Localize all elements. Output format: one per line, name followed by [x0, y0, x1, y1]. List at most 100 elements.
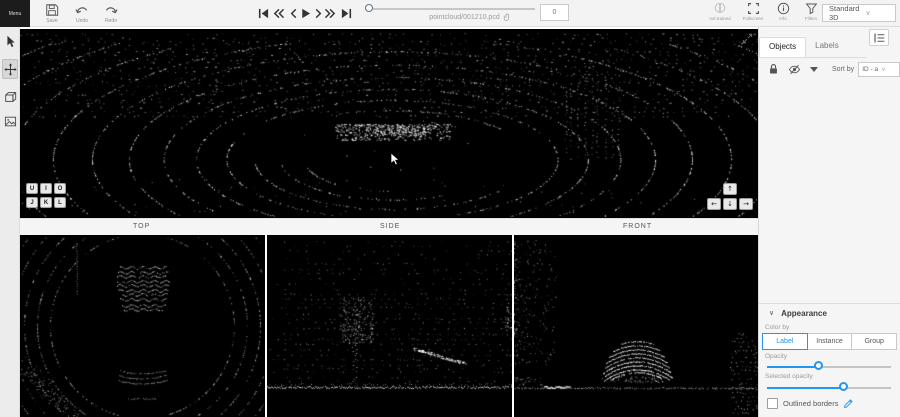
- info-icon: [777, 2, 790, 15]
- frame-slider[interactable]: [368, 8, 535, 10]
- undo-label: Undo: [76, 18, 88, 24]
- ai-status-button[interactable]: not trained: [703, 2, 737, 21]
- color-by-label-button[interactable]: Label: [762, 333, 808, 350]
- collapse-chevron-icon: ∨: [769, 309, 774, 317]
- image-icon: [4, 116, 17, 127]
- chevron-down-icon: ∨: [878, 66, 899, 73]
- view-mode-select[interactable]: Standard 3D ∨: [822, 4, 896, 22]
- left-tool-rail: [0, 27, 20, 417]
- visibility-off-icon[interactable]: [788, 64, 801, 75]
- edit-pencil-icon[interactable]: [843, 398, 854, 409]
- pointcloud-top-canvas[interactable]: [20, 235, 265, 417]
- save-button[interactable]: Save: [38, 3, 66, 24]
- skip-start-button[interactable]: [256, 7, 270, 20]
- front-view-label: FRONT: [623, 223, 652, 230]
- objects-toolbar: Sort by ID - as... ∨: [759, 58, 900, 80]
- sort-by-value: ID - as...: [859, 66, 878, 73]
- fast-forward-button[interactable]: [323, 7, 337, 20]
- color-by-group-button[interactable]: Group: [851, 333, 897, 350]
- sort-by-label: Sort by: [832, 66, 854, 73]
- arrow-right-key[interactable]: →: [739, 198, 753, 210]
- tab-labels[interactable]: Labels: [806, 37, 848, 57]
- selected-opacity-slider[interactable]: [767, 382, 891, 394]
- arrow-down-key[interactable]: ↓: [723, 198, 737, 210]
- top-view-label: TOP: [133, 223, 150, 230]
- chevron-down-icon: ∨: [859, 9, 895, 17]
- step-forward-icon: [314, 8, 323, 19]
- move-icon: [4, 63, 17, 76]
- top-toolbar: Menu Save Undo Redo pointcloud/001210.pc…: [0, 0, 900, 27]
- side-viewport[interactable]: [267, 235, 512, 417]
- undo-icon: [75, 3, 89, 17]
- arrow-up-key[interactable]: ↑: [723, 183, 737, 195]
- outlined-borders-row: Outlined borders: [767, 398, 854, 409]
- frame-number-input[interactable]: [540, 4, 569, 21]
- hotkey-i[interactable]: I: [40, 183, 52, 194]
- info-label: Info: [779, 16, 787, 21]
- cuboid-icon: [4, 91, 17, 103]
- caret-down-icon[interactable]: [810, 67, 818, 72]
- brain-icon: [713, 2, 727, 15]
- selected-opacity-slider-thumb[interactable]: [839, 382, 848, 391]
- panel-toggle-button[interactable]: [869, 29, 889, 46]
- select-tool-button[interactable]: [2, 33, 18, 49]
- hotkey-k[interactable]: K: [40, 197, 52, 208]
- app-root: Menu Save Undo Redo pointcloud/001210.pc…: [0, 0, 900, 417]
- object-list-empty: [759, 80, 900, 303]
- play-icon: [300, 8, 311, 19]
- filename-row: pointcloud/001210.pcd: [390, 13, 550, 22]
- fullscreen-label: Fullscreen: [743, 16, 764, 21]
- opacity-slider-fill: [767, 366, 819, 368]
- redo-label: Redo: [105, 18, 117, 24]
- move-tool-button[interactable]: [2, 59, 18, 79]
- skip-end-button[interactable]: [339, 7, 353, 20]
- panel-toggle-icon: [873, 32, 886, 44]
- menu-label: Menu: [9, 11, 22, 17]
- color-by-instance-button[interactable]: Instance: [807, 333, 853, 350]
- main-3d-viewport[interactable]: U I O J K L ↑ ← ↓ →: [20, 29, 758, 218]
- sort-by-select[interactable]: ID - as... ∨: [858, 62, 900, 77]
- top-viewport[interactable]: [20, 235, 265, 417]
- lock-icon[interactable]: [768, 63, 779, 75]
- right-panel: Objects Labels Sort by ID - as... ∨ ∨ Ap…: [758, 27, 900, 417]
- pointcloud-3d-canvas[interactable]: [20, 29, 758, 218]
- ai-status-label: not trained: [709, 16, 730, 21]
- front-viewport[interactable]: [514, 235, 758, 417]
- image-tool-button[interactable]: [2, 113, 18, 129]
- hotkey-l[interactable]: L: [54, 197, 66, 208]
- filter-icon: [805, 2, 818, 15]
- appearance-header[interactable]: ∨ Appearance: [759, 304, 900, 322]
- save-icon: [45, 3, 59, 17]
- cuboid-tool-button[interactable]: [2, 89, 18, 105]
- cursor-icon: [4, 35, 16, 48]
- panel-tabs: Objects Labels: [759, 37, 867, 58]
- fullscreen-button[interactable]: Fullscreen: [736, 2, 770, 21]
- outlined-borders-checkbox[interactable]: [767, 398, 778, 409]
- arrow-left-key[interactable]: ←: [707, 198, 721, 210]
- opacity-label: Opacity: [765, 353, 787, 360]
- save-label: Save: [46, 18, 57, 24]
- menu-button[interactable]: Menu: [0, 0, 30, 27]
- fast-backward-button[interactable]: [271, 7, 285, 20]
- skip-end-icon: [341, 8, 352, 19]
- fast-backward-icon: [272, 8, 285, 19]
- tab-objects[interactable]: Objects: [759, 37, 806, 57]
- play-button[interactable]: [298, 7, 312, 20]
- opacity-slider[interactable]: [767, 361, 891, 373]
- hotkey-o[interactable]: O: [54, 183, 66, 194]
- frame-slider-thumb[interactable]: [365, 4, 373, 12]
- filters-label: Filters: [805, 16, 817, 21]
- paperclip-icon: [503, 13, 511, 22]
- selected-opacity-slider-fill: [767, 387, 844, 389]
- opacity-slider-thumb[interactable]: [814, 361, 823, 370]
- appearance-title: Appearance: [781, 309, 827, 318]
- pointcloud-front-canvas[interactable]: [514, 235, 758, 417]
- undo-button[interactable]: Undo: [68, 3, 96, 24]
- hotkey-u[interactable]: U: [26, 183, 38, 194]
- color-by-segmented-control: Label Instance Group: [763, 333, 897, 350]
- redo-button[interactable]: Redo: [97, 3, 125, 24]
- side-view-label: SIDE: [380, 223, 400, 230]
- hotkey-j[interactable]: J: [26, 197, 38, 208]
- pointcloud-side-canvas[interactable]: [267, 235, 512, 417]
- expand-view-icon[interactable]: [741, 32, 754, 45]
